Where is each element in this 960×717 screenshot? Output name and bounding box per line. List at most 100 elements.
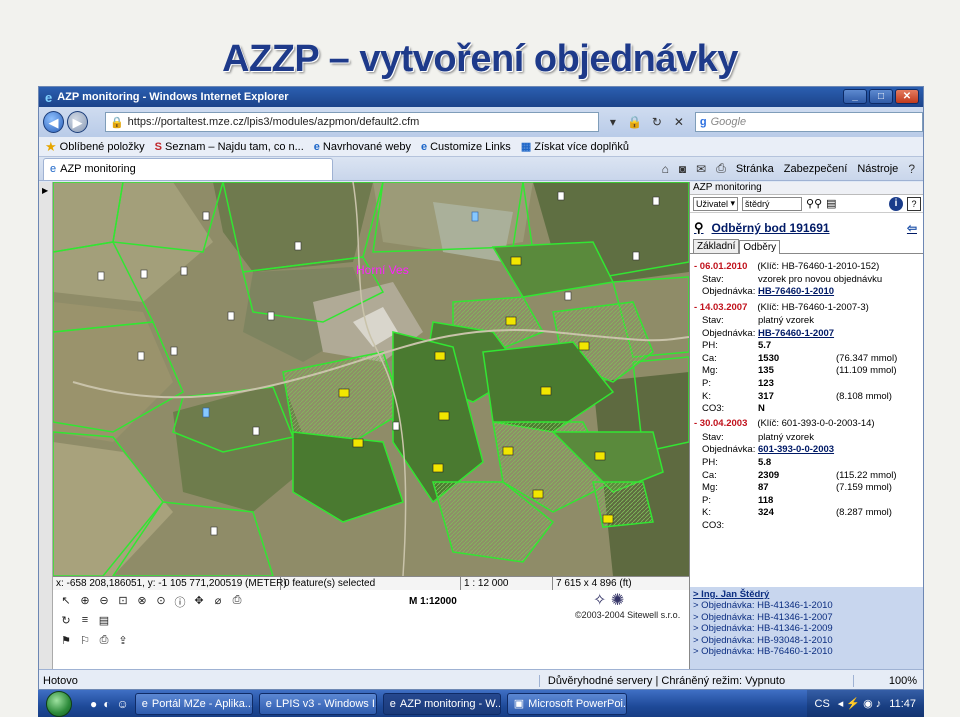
sample-date: - 30.04.2003 [694,418,748,430]
refresh-map-icon[interactable]: ↻ [59,614,73,627]
sample-row-value: platný vzorek [758,431,814,443]
language-indicator[interactable]: CS [815,698,830,710]
order-link[interactable]: > Objednávka: HB-93048-1-2010 [693,635,920,647]
legend-icon[interactable]: ▤ [97,614,111,627]
app-icon: e [141,697,148,710]
zoom-box-icon[interactable]: ⊡ [116,594,130,610]
binoculars-icon[interactable]: ⚲⚲ [806,197,822,210]
list-icon[interactable]: ▤ [826,197,836,210]
forward-button[interactable]: ▶ [66,111,88,133]
order-link[interactable]: > Objednávka: HB-76460-1-2010 [693,646,920,658]
taskbar-button[interactable]: e Portál MZe - Aplika... [134,692,253,715]
sample-row-value[interactable]: 601-393-0-0-2003 [758,444,898,455]
zoom-prev-icon[interactable]: ⊗ [135,594,149,610]
menu-security[interactable]: Zabezpečení [784,163,848,175]
taskbar-button[interactable]: e LPIS v3 - Windows I... [258,692,377,715]
tab-basic[interactable]: Základní [693,239,740,253]
back-button[interactable]: ◀ [43,111,64,133]
export-icon[interactable]: ⇪ [116,634,130,647]
magnifier-icon: ⚲ [694,220,704,235]
tray-icons[interactable]: ◂ ⚡ ◉ ♪ [838,697,881,710]
order-link[interactable]: > Objednávka: HB-41346-1-2007 [693,612,920,624]
sample-row: Stav: platný vzorek [694,431,919,444]
menu-page[interactable]: Stránka [736,163,774,175]
layers-icon[interactable]: ≡ [78,614,92,627]
fav-favorites[interactable]: ★ Oblíbené položky [45,139,145,155]
quicklaunch-icon[interactable]: ☺ [117,697,129,711]
samples-list: - 06.01.2010 (Klíč: HB-76460-1-2010-152) S… [690,254,923,532]
sample-row: Mg: 87 (7.159 mmol) [694,481,919,494]
print-icon[interactable]: ⎙ [716,161,726,176]
map-print-icon[interactable]: ⎙ [230,594,244,610]
zoom-level[interactable]: 100% [852,674,923,687]
fav-suggested-sites[interactable]: e Navrhované weby [314,141,411,153]
sample-row-key: Stav: [702,273,724,285]
sample-date: - 14.03.2007 [694,301,748,313]
close-button[interactable]: ✕ [895,89,919,104]
zoom-out-icon[interactable]: ⊖ [97,594,111,610]
sample-row: Objednávka: HB-76460-1-2007 [694,327,919,340]
refresh-icon[interactable]: ↻ [649,115,665,129]
slide-title: AZZP – vytvoření objednávky [222,38,738,80]
home-icon[interactable]: ⌂ [662,162,669,176]
flag-select-icon[interactable]: ⚐ [78,634,92,647]
sample-row-mmol: (7.159 mmol) [836,482,892,494]
map-canvas[interactable]: Horní Ves [53,182,689,576]
sample-row: P: 123 [694,377,919,390]
minimize-button[interactable]: _ [843,89,867,104]
sample-row-value: 135 [758,365,774,377]
identify-icon[interactable]: ⓘ [173,594,187,610]
help-icon[interactable]: ? [908,162,915,176]
search-input[interactable]: g Google [694,112,923,132]
favorites-bar: ★ Oblíbené položky S Seznam – Najdu tam, c… [39,137,923,157]
stop-icon[interactable]: ✕ [671,115,687,129]
fav-seznam[interactable]: S Seznam – Najdu tam, co n... [155,141,304,153]
menu-tools[interactable]: Nástroje [857,163,898,175]
sample-row-key: Ca: [702,469,717,481]
help-icon[interactable]: ? [907,196,921,211]
mail-icon[interactable]: ✉ [696,162,706,176]
back-arrow-icon[interactable]: ⇦ [907,221,917,235]
url-field[interactable]: 🔒 https://portaltest.mze.cz/lpis3/module… [104,112,599,132]
sample-row-value[interactable]: HB-76460-1-2010 [758,286,898,297]
maximize-button[interactable]: □ [869,89,893,104]
fav-customize-links[interactable]: e Customize Links [421,141,511,153]
point-title[interactable]: Odběrný bod 191691 [712,221,830,235]
quicklaunch-icon[interactable]: ● [90,697,97,711]
sample-row-value: vzorek pro novou objednávku [758,273,883,285]
fav-addons[interactable]: ▦ Získat více doplňků [521,140,629,154]
order-link[interactable]: > Objednávka: HB-41346-1-2009 [693,623,920,635]
pointer-icon[interactable]: ↖ [59,594,73,610]
compass-icon: ✧ ✺ [593,592,625,609]
info-panel: AZP monitoring Uživatel ▾ štědrý ⚲⚲ ▤ i … [689,182,923,587]
print-report-icon[interactable]: ⎙ [97,634,111,647]
measure-icon[interactable]: ⌀ [211,594,225,610]
sample-row-value[interactable]: HB-76460-1-2007 [758,328,898,339]
rss-icon[interactable]: ◙ [679,162,686,176]
pan-icon[interactable]: ✥ [192,594,206,610]
page-content: ▶ Horní Ves x: -658 208,186051, y: -1 10… [39,182,923,669]
owner-name[interactable]: > Ing. Jan Štědrý [693,589,920,600]
info-icon[interactable]: i [889,196,903,211]
zoom-full-icon[interactable]: ⊙ [154,594,168,610]
user-value-field[interactable]: štědrý [742,196,803,211]
sample-row-value: 317 [758,390,774,402]
dropdown-icon[interactable]: ▾ [605,115,621,129]
copyright: ©2003-2004 Sitewell s.r.o. [575,610,681,620]
user-select[interactable]: Uživatel ▾ [693,196,739,211]
sample-row: P: 118 [694,494,919,507]
security-lock-icon[interactable]: 🔒 [627,115,643,129]
flag-icon[interactable]: ⚑ [59,634,73,647]
address-bar: ◀ ▶ 🔒 https://portaltest.mze.cz/lpis3/mo… [39,107,923,137]
browser-status-bar: Hotovo Důvěryhodné servery | Chráněný re… [39,669,923,689]
taskbar-button[interactable]: ▣ Microsoft PowerPoi... [506,692,627,715]
tab-azp-monitoring[interactable]: e AZP monitoring [43,157,333,180]
zoom-in-icon[interactable]: ⊕ [78,594,92,610]
collapse-strip[interactable]: ▶ [39,182,53,669]
tab-samples[interactable]: Odběry [739,240,781,254]
start-button[interactable] [46,690,72,717]
taskbar-button[interactable]: e AZP monitoring - W... [382,692,501,715]
sample-header: - 14.03.2007 (Klíč: HB-76460-1-2007-3) [694,300,919,314]
quicklaunch-icon[interactable]: ◐ [103,697,110,711]
order-link[interactable]: > Objednávka: HB-41346-1-2010 [693,600,920,612]
